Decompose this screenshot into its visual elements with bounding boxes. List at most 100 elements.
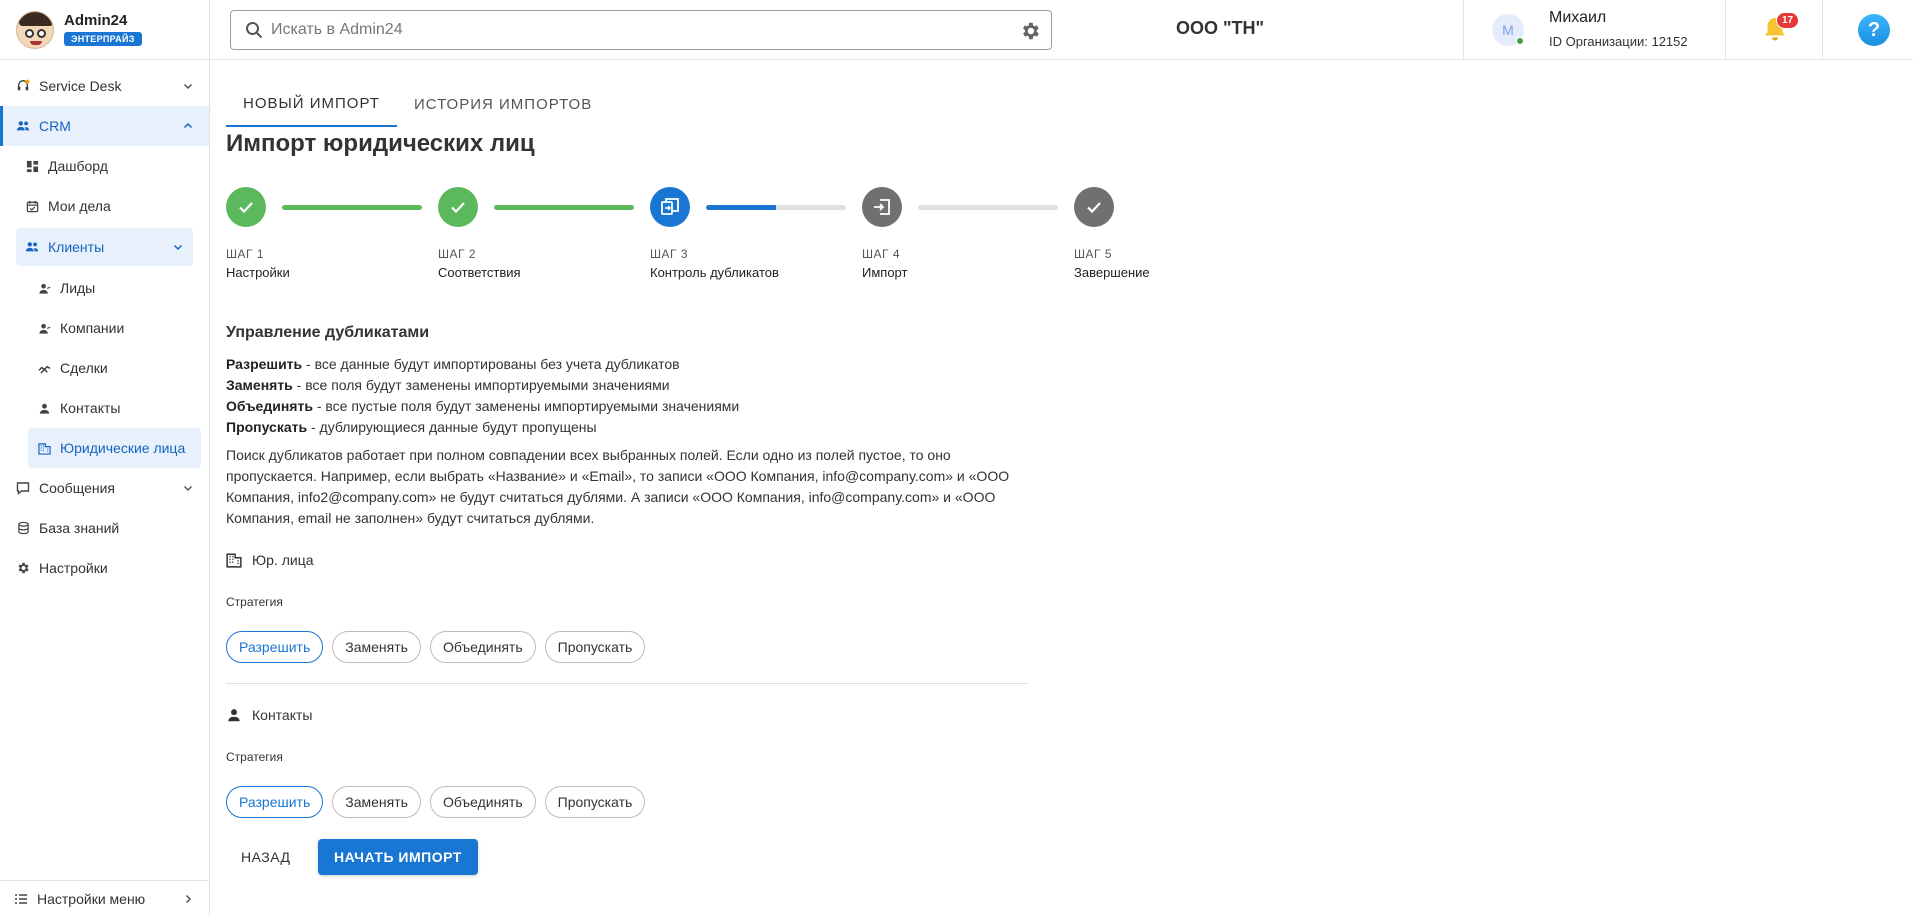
sidebar: Admin24 ЭНТЕРПРАЙЗ Service Desk CRM Дашб… — [0, 0, 210, 916]
contacts-strategy-chips: Разрешить Заменять Объединять Пропускать — [226, 786, 654, 818]
person-icon — [37, 281, 51, 295]
chat-icon — [16, 481, 30, 495]
sidebar-item-dashboard[interactable]: Дашборд — [0, 146, 209, 186]
chip-skip[interactable]: Пропускать — [544, 631, 646, 663]
building-icon — [226, 552, 242, 568]
step-4-label: Импорт — [862, 265, 908, 280]
strategy-label: Стратегия — [226, 750, 283, 764]
start-import-button[interactable]: НАЧАТЬ ИМПОРТ — [318, 839, 478, 875]
step-connector-progress — [706, 205, 846, 210]
database-icon — [16, 521, 30, 535]
legal-entities-strategy-chips: Разрешить Заменять Объединять Пропускать — [226, 631, 654, 663]
sidebar-item-contacts[interactable]: Контакты — [0, 388, 209, 428]
building-icon — [37, 441, 51, 455]
menu-settings-label: Настройки меню — [37, 890, 146, 907]
chevron-down-icon — [171, 240, 185, 254]
sidebar-item-label: Компании — [60, 320, 125, 336]
sidebar-item-knowledge-base[interactable]: База знаний — [0, 508, 209, 548]
sidebar-item-my-tasks[interactable]: Мои дела — [0, 186, 209, 226]
plan-badge: ЭНТЕРПРАЙЗ — [64, 32, 142, 46]
sidebar-item-label: Service Desk — [39, 78, 122, 94]
step-1-number: ШАГ 1 — [226, 247, 265, 261]
search-settings-icon[interactable] — [1019, 20, 1041, 42]
header-divider — [1463, 0, 1464, 60]
organization-id: ID Организации: 12152 — [1549, 34, 1688, 49]
avatar-letter: М — [1502, 22, 1514, 38]
online-status-icon — [1516, 37, 1524, 45]
step-1-label: Настройки — [226, 265, 290, 280]
help-glyph: ? — [1867, 18, 1881, 41]
person-icon — [226, 707, 242, 723]
dashboard-icon — [25, 159, 39, 173]
tab-new-import[interactable]: НОВЫЙ ИМПОРТ — [226, 81, 397, 127]
sidebar-item-clients[interactable]: Клиенты — [16, 228, 193, 266]
sidebar-item-label: Клиенты — [48, 239, 105, 255]
stepper: ШАГ 1 Настройки ШАГ 2 Соответствия ШАГ 3… — [226, 187, 1186, 287]
menu-settings-button[interactable]: Настройки меню — [0, 880, 209, 916]
chip-replace[interactable]: Заменять — [332, 631, 421, 663]
search-icon — [245, 21, 263, 39]
top-bar: ООО "ТН" М Михаил ID Организации: 12152 … — [210, 0, 1913, 60]
gear-icon — [16, 561, 30, 575]
chip-allow[interactable]: Разрешить — [226, 631, 324, 663]
sidebar-item-label: Настройки — [39, 560, 108, 576]
step-connector — [494, 205, 634, 210]
chip-allow[interactable]: Разрешить — [226, 786, 324, 818]
handshake-icon — [37, 361, 51, 375]
sidebar-item-crm[interactable]: CRM — [0, 106, 209, 146]
sidebar-item-label: Сообщения — [39, 480, 115, 496]
chip-replace[interactable]: Заменять — [332, 786, 421, 818]
main-content: НОВЫЙ ИМПОРТ ИСТОРИЯ ИМПОРТОВ Импорт юри… — [210, 61, 1913, 916]
step-2-label: Соответствия — [438, 265, 521, 280]
help-icon[interactable]: ? — [1858, 14, 1890, 46]
step-connector — [282, 205, 422, 210]
calendar-check-icon — [25, 199, 39, 213]
notification-count-badge: 17 — [1776, 12, 1800, 29]
brand[interactable]: Admin24 ЭНТЕРПРАЙЗ — [0, 0, 209, 60]
sidebar-item-settings[interactable]: Настройки — [0, 548, 209, 588]
strategy-rules: Разрешить - все данные будут импортирова… — [226, 354, 739, 438]
sidebar-item-leads[interactable]: Лиды — [0, 268, 209, 308]
chevron-up-icon — [181, 119, 195, 133]
sidebar-item-service-desk[interactable]: Service Desk — [0, 66, 209, 106]
step-1-check-icon — [226, 187, 266, 227]
step-2-number: ШАГ 2 — [438, 247, 477, 261]
rule-merge: Объединять - все пустые поля будут замен… — [226, 398, 740, 414]
chevron-down-icon — [181, 79, 195, 93]
step-5-label: Завершение — [1074, 265, 1150, 280]
divider — [226, 683, 1028, 684]
header-divider — [1822, 0, 1823, 60]
sidebar-item-deals[interactable]: Сделки — [0, 348, 209, 388]
user-name[interactable]: Михаил — [1549, 9, 1606, 27]
back-button[interactable]: НАЗАД — [227, 839, 305, 875]
step-5-check-icon — [1074, 187, 1114, 227]
sidebar-item-label: CRM — [39, 118, 71, 134]
headset-icon — [16, 79, 30, 93]
sidebar-item-legal-entities[interactable]: Юридические лица — [28, 428, 201, 468]
search-box[interactable] — [230, 10, 1052, 50]
tab-import-history[interactable]: ИСТОРИЯ ИМПОРТОВ — [397, 81, 609, 127]
step-connector — [918, 205, 1058, 210]
avatar[interactable]: М — [1492, 14, 1524, 46]
duplicates-section-title: Управление дубликатами — [226, 324, 430, 341]
chip-merge[interactable]: Объединять — [429, 786, 536, 818]
sidebar-nav: Service Desk CRM Дашборд Мои дела Клиент… — [0, 60, 209, 588]
strategy-label: Стратегия — [226, 595, 283, 609]
person-icon — [37, 321, 51, 335]
sidebar-item-label: Сделки — [60, 360, 108, 376]
organization-title[interactable]: ООО "ТН" — [1100, 18, 1340, 39]
sidebar-item-messages[interactable]: Сообщения — [0, 468, 209, 508]
sidebar-item-companies[interactable]: Компании — [0, 308, 209, 348]
step-2-check-icon — [438, 187, 478, 227]
person-icon — [37, 401, 51, 415]
import-tabs: НОВЫЙ ИМПОРТ ИСТОРИЯ ИМПОРТОВ — [226, 81, 609, 129]
chevron-right-icon — [181, 892, 195, 906]
chip-skip[interactable]: Пропускать — [544, 786, 646, 818]
chevron-down-icon — [181, 481, 195, 495]
sidebar-item-label: Дашборд — [48, 158, 108, 174]
rule-replace: Заменять - все поля будут заменены импор… — [226, 377, 670, 393]
search-input[interactable] — [271, 21, 1011, 39]
people-icon — [16, 119, 30, 133]
duplicates-description: Поиск дубликатов работает при полном сов… — [226, 447, 1010, 526]
chip-merge[interactable]: Объединять — [429, 631, 536, 663]
